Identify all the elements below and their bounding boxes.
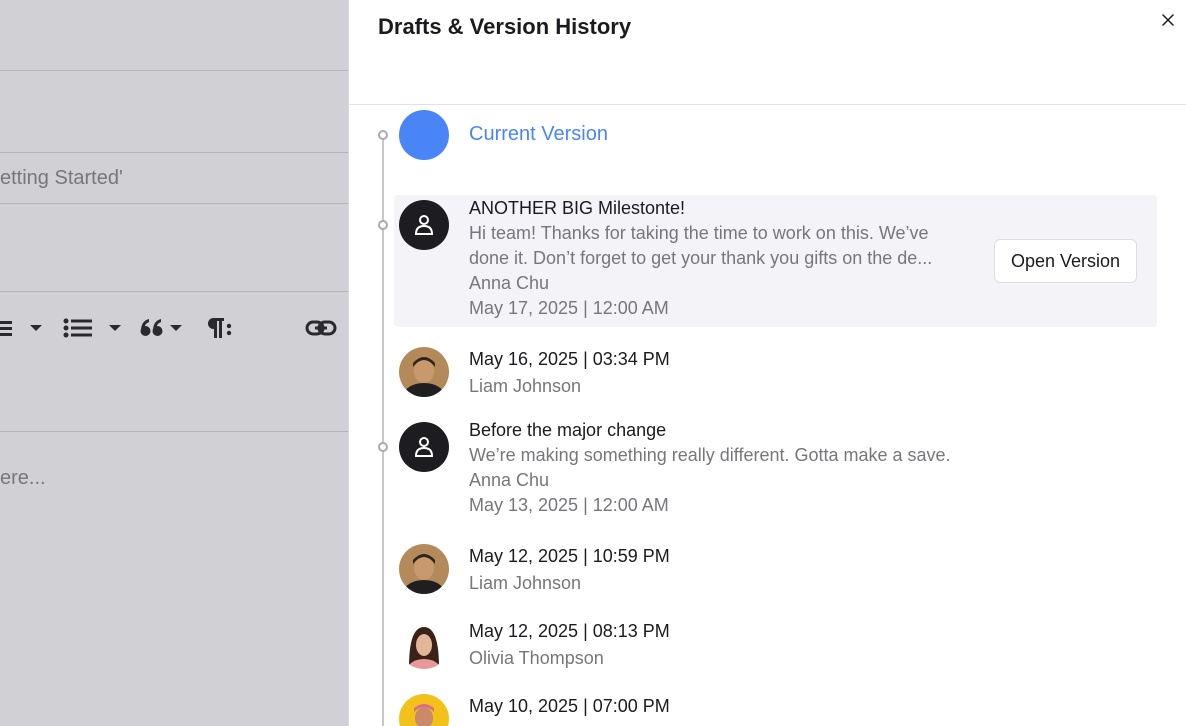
divider [0, 70, 348, 71]
version-item[interactable]: May 12, 2025 | 10:59 PM Liam Johnson [394, 544, 1157, 596]
divider [0, 431, 348, 432]
bullet-list-icon[interactable] [63, 310, 93, 346]
version-item[interactable]: May 10, 2025 | 07:00 PM [394, 694, 1157, 726]
version-title: May 12, 2025 | 08:13 PM [469, 621, 670, 641]
version-item[interactable]: May 16, 2025 | 03:34 PM Liam Johnson [394, 347, 1157, 399]
version-item[interactable]: Before the major change We’re making som… [394, 420, 1157, 521]
divider [0, 152, 348, 153]
version-author: Liam Johnson [469, 573, 582, 593]
divider [0, 291, 348, 292]
timeline-node [378, 220, 388, 230]
chevron-down-icon[interactable] [170, 310, 182, 346]
version-item[interactable]: ANOTHER BIG Milestonte! Hi team! Thanks … [394, 195, 1157, 327]
editor-placeholder-text: ere... [0, 467, 46, 489]
editor-backdrop: etting Started' ere... [0, 0, 348, 726]
current-version-link[interactable]: Current Version [469, 123, 608, 146]
version-title: Before the major change [469, 420, 667, 440]
version-title: May 10, 2025 | 07:00 PM [469, 696, 670, 716]
version-history-panel: Drafts & Version History Current Version… [348, 0, 1186, 726]
version-author: Anna Chu [469, 273, 550, 293]
version-author: Liam Johnson [469, 376, 582, 396]
generic-user-icon [414, 437, 434, 457]
chevron-down-icon[interactable] [109, 310, 121, 346]
timeline-node [378, 442, 388, 452]
timeline-node [378, 130, 388, 140]
editor-title-text: etting Started' [0, 167, 123, 189]
header-divider [349, 104, 1186, 105]
version-date: May 13, 2025 | 12:00 AM [469, 495, 669, 515]
version-description: We’re making something really different.… [469, 445, 951, 465]
avatar [399, 694, 449, 726]
chevron-down-icon[interactable] [30, 310, 42, 346]
avatar [399, 544, 449, 594]
open-version-button[interactable]: Open Version [994, 239, 1137, 283]
align-left-icon[interactable] [0, 310, 14, 346]
generic-user-icon [414, 215, 434, 235]
version-author: Anna Chu [469, 470, 550, 490]
version-item[interactable]: May 12, 2025 | 08:13 PM Olivia Thompson [394, 619, 1157, 671]
avatar [399, 347, 449, 397]
version-date: May 17, 2025 | 12:00 AM [469, 298, 669, 318]
version-title: May 16, 2025 | 03:34 PM [469, 349, 670, 369]
version-title: May 12, 2025 | 10:59 PM [469, 546, 670, 566]
avatar [399, 422, 449, 472]
current-version-dot [399, 110, 449, 160]
avatar [399, 619, 449, 669]
panel-title: Drafts & Version History [378, 14, 632, 39]
editor-toolbar [0, 310, 348, 346]
version-description: Hi team! Thanks for taking the time to w… [469, 223, 933, 268]
quote-icon[interactable] [140, 310, 164, 346]
divider [0, 203, 348, 204]
avatar [399, 200, 449, 250]
close-button[interactable] [1157, 9, 1179, 31]
close-icon [1162, 14, 1174, 26]
link-icon[interactable] [305, 310, 337, 346]
version-title: ANOTHER BIG Milestonte! [469, 198, 686, 218]
version-author: Olivia Thompson [469, 648, 604, 668]
paragraph-icon[interactable] [205, 310, 233, 346]
